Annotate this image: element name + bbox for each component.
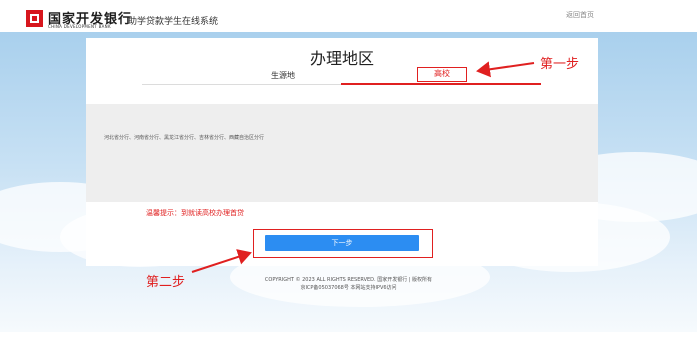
step1-arrow bbox=[476, 61, 535, 78]
footer-icp: 京ICP备05037068号 本网站支持IPV6访问 bbox=[300, 285, 397, 291]
step2-arrow bbox=[191, 249, 252, 273]
footer-copyright: COPYRIGHT © 2023 ALL RIGHTS RESERVED. 国家… bbox=[264, 277, 433, 283]
annotation-arrows bbox=[191, 61, 535, 273]
step1-annotation: 第一步 bbox=[540, 57, 580, 72]
